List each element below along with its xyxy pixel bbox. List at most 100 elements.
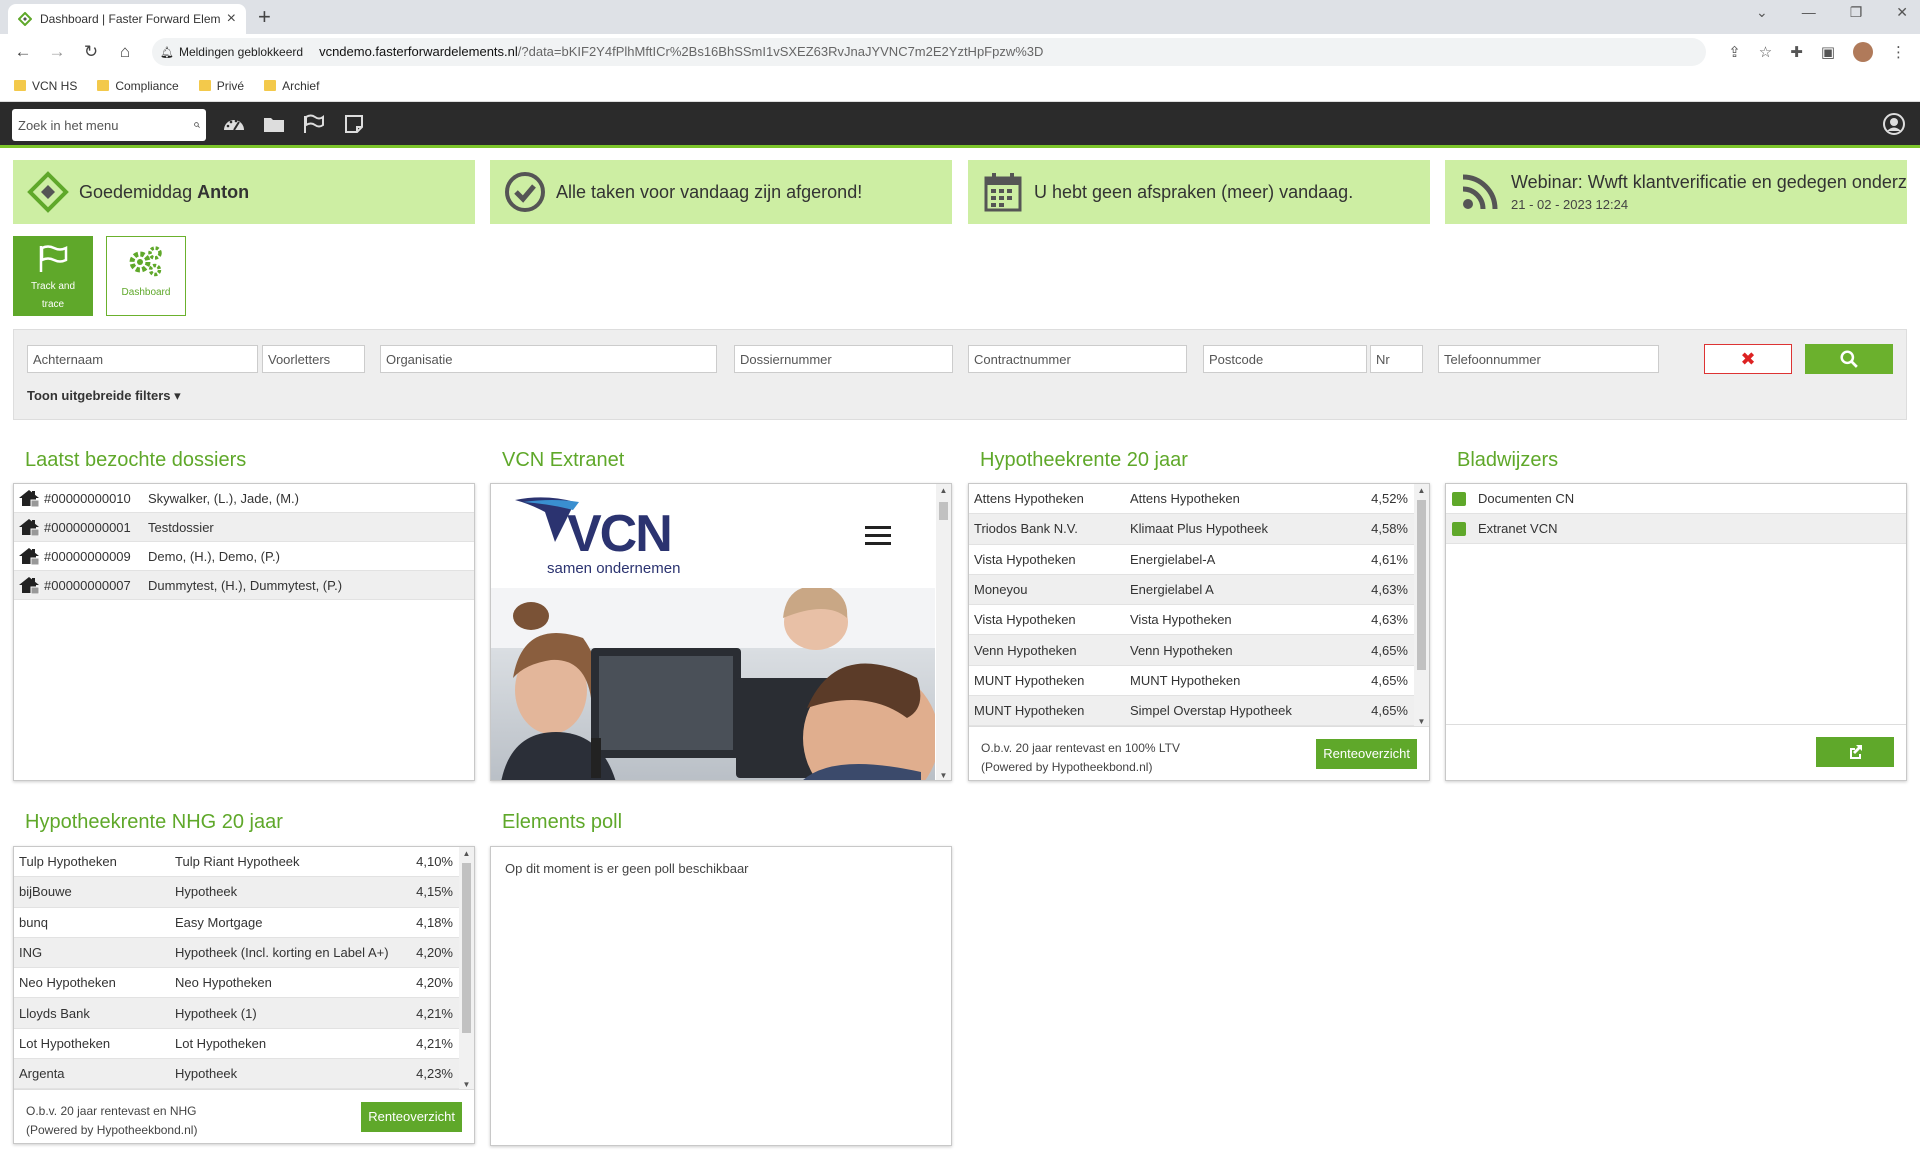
minimize-icon[interactable]: — [1802,4,1816,21]
scroll-thumb[interactable] [939,502,948,520]
achternaam-field[interactable] [27,345,258,373]
restore-icon[interactable]: ❐ [1850,4,1863,21]
bladwijzers-title: Bladwijzers [1457,449,1559,471]
scroll-thumb[interactable] [1417,500,1426,670]
folder-icon [264,80,277,91]
share-icon[interactable]: ⇪ [1728,43,1741,61]
rss-feed-icon [1462,174,1498,210]
tab-search-icon[interactable]: ⌄ [1756,4,1768,21]
scroll-thumb[interactable] [462,863,471,1033]
huisnummer-field[interactable] [1370,345,1423,373]
rate-row[interactable]: bijBouwe Hypotheek 4,15% [14,877,461,908]
tasks-tile[interactable]: Alle taken voor vandaag zijn afgerond! [490,160,952,224]
extensions-icon[interactable]: ✚ [1790,43,1803,61]
bookmark-row[interactable]: Extranet VCN [1446,514,1906,544]
home-icon[interactable]: ⌂ [108,42,142,62]
close-window-icon[interactable]: ✕ [1896,4,1908,21]
back-icon[interactable]: ← [6,42,40,62]
bookmark-prive[interactable]: Privé [198,79,244,93]
rate-row[interactable]: ING Hypotheek (Incl. korting en Label A+)… [14,937,461,969]
rate-row[interactable]: Lot Hypotheken Lot Hypotheken 4,21% [14,1029,461,1060]
nhg-renteoverzicht-button[interactable]: Renteoverzicht [361,1102,462,1132]
voorletters-field[interactable] [262,345,365,373]
search-button[interactable] [1805,344,1893,374]
dossier-name: Dummytest, (H.), Dummytest, (P.) [148,577,343,593]
appointments-tile[interactable]: U hebt geen afspraken (meer) vandaag. [968,160,1430,224]
rate-bank: bijBouwe [19,884,72,900]
tab-close-icon[interactable]: × [227,10,236,28]
rente20-scrollbar[interactable]: ▲ ▼ [1414,484,1429,728]
scroll-up-icon[interactable]: ▲ [1414,486,1429,495]
organisatie-field[interactable] [380,345,717,373]
hamburger-menu-icon[interactable] [865,526,891,545]
rate-row[interactable]: MUNT Hypotheken Simpel Overstap Hypotheek… [969,696,1416,727]
rate-bank: Vista Hypotheken [974,551,1076,567]
rate-row[interactable]: Vista Hypotheken Vista Hypotheken 4,63% [969,605,1416,636]
flags-icon[interactable] [302,112,326,136]
rate-product: Venn Hypotheken [1130,642,1233,658]
toggle-extended-filters[interactable]: Toon uitgebreide filters ▾ [27,388,181,404]
rate-row[interactable]: Tulp Hypotheken Tulp Riant Hypotheek 4,10% [14,847,461,878]
clear-search-button[interactable]: ✖ [1704,344,1792,374]
nhg-scrollbar[interactable]: ▲ ▼ [459,847,474,1091]
rate-row[interactable]: Moneyou Energielabel A 4,63% [969,574,1416,606]
rate-value: 4,21% [416,1035,453,1051]
notification-chip[interactable]: 🔔︎ Meldingen geblokkeerd [152,38,312,66]
recent-dossier-row[interactable]: #00000000001 Testdossier [14,513,474,542]
bookmark-label: VCN HS [32,78,78,93]
new-tab-button[interactable]: + [258,4,271,30]
bookmark-row[interactable]: Documenten CN [1446,484,1906,514]
bookmark-archief[interactable]: Archief [264,79,319,93]
profile-avatar[interactable] [1853,42,1873,62]
rate-row[interactable]: Argenta Hypotheek 4,23% [14,1059,461,1090]
rate-row[interactable]: MUNT Hypotheken MUNT Hypotheken 4,65% [969,666,1416,697]
reload-icon[interactable]: ↻ [74,42,108,62]
extranet-scrollbar[interactable]: ▲ ▼ [936,484,951,780]
address-bar[interactable]: vcndemo.fasterforwardelements.nl/?data=b… [311,38,1707,66]
recent-dossier-row[interactable]: #00000000010 Skywalker, (L.), Jade, (M.) [14,484,474,513]
recent-dossier-row[interactable]: #00000000009 Demo, (H.), Demo, (P.) [14,542,474,571]
forward-icon[interactable]: → [40,42,74,62]
dossier-number: #00000000009 [44,548,131,564]
scroll-down-icon[interactable]: ▼ [459,1080,474,1089]
contractnummer-field[interactable] [968,345,1187,373]
rente20-renteoverzicht-button[interactable]: Renteoverzicht [1316,739,1417,769]
browser-tab[interactable]: Dashboard | Faster Forward Elem × [8,4,246,34]
user-account-icon[interactable] [1882,112,1906,136]
scroll-down-icon[interactable]: ▼ [936,771,951,780]
note-icon[interactable] [342,112,366,136]
dossiernummer-field[interactable] [734,345,953,373]
postcode-field[interactable] [1203,345,1367,373]
browser-action-icons: ⇪ ☆ ✚ ▣ ⋮ [1728,42,1906,62]
dashboard-gauge-icon[interactable] [222,112,246,136]
dashboard-quick-button[interactable]: Dashboard [106,236,186,316]
rate-row[interactable]: bunq Easy Mortgage 4,18% [14,908,461,938]
rate-row[interactable]: Triodos Bank N.V. Klimaat Plus Hypotheek 4… [969,514,1416,545]
menu-search [12,109,206,141]
url-host: vcndemo.fasterforwardelements.nl [319,44,518,59]
bookmark-vcn-hs[interactable]: VCN HS [14,79,77,93]
menu-search-input[interactable] [18,117,194,133]
scroll-up-icon[interactable]: ▲ [459,849,474,858]
bookmark-star-icon[interactable]: ☆ [1759,43,1772,61]
recent-dossier-row[interactable]: #00000000007 Dummytest, (H.), Dummytest, … [14,571,474,600]
webinar-tile[interactable]: Webinar: Wwft klantverificatie en gedege… [1445,160,1907,224]
search-icon[interactable] [194,117,200,133]
scroll-up-icon[interactable]: ▲ [936,486,951,495]
rate-row[interactable]: Vista Hypotheken Energielabel-A 4,61% [969,545,1416,575]
browser-menu-icon[interactable]: ⋮ [1891,43,1906,61]
folder-open-icon[interactable] [262,112,286,136]
sidepanel-icon[interactable]: ▣ [1821,43,1835,61]
open-bookmark-button[interactable] [1816,737,1894,767]
rate-bank: bunq [19,914,48,930]
rate-row[interactable]: Attens Hypotheken Attens Hypotheken 4,52% [969,484,1416,515]
rate-bank: Vista Hypotheken [974,612,1076,628]
scroll-down-icon[interactable]: ▼ [1414,717,1429,726]
greeting-name: Anton [197,181,250,202]
bookmark-compliance[interactable]: Compliance [97,79,179,93]
rate-row[interactable]: Neo Hypotheken Neo Hypotheken 4,20% [14,968,461,999]
track-and-trace-button[interactable]: Track and trace [13,236,93,316]
rate-row[interactable]: Lloyds Bank Hypotheek (1) 4,21% [14,998,461,1029]
rate-row[interactable]: Venn Hypotheken Venn Hypotheken 4,65% [969,635,1416,666]
telefoonnummer-field[interactable] [1438,345,1659,373]
